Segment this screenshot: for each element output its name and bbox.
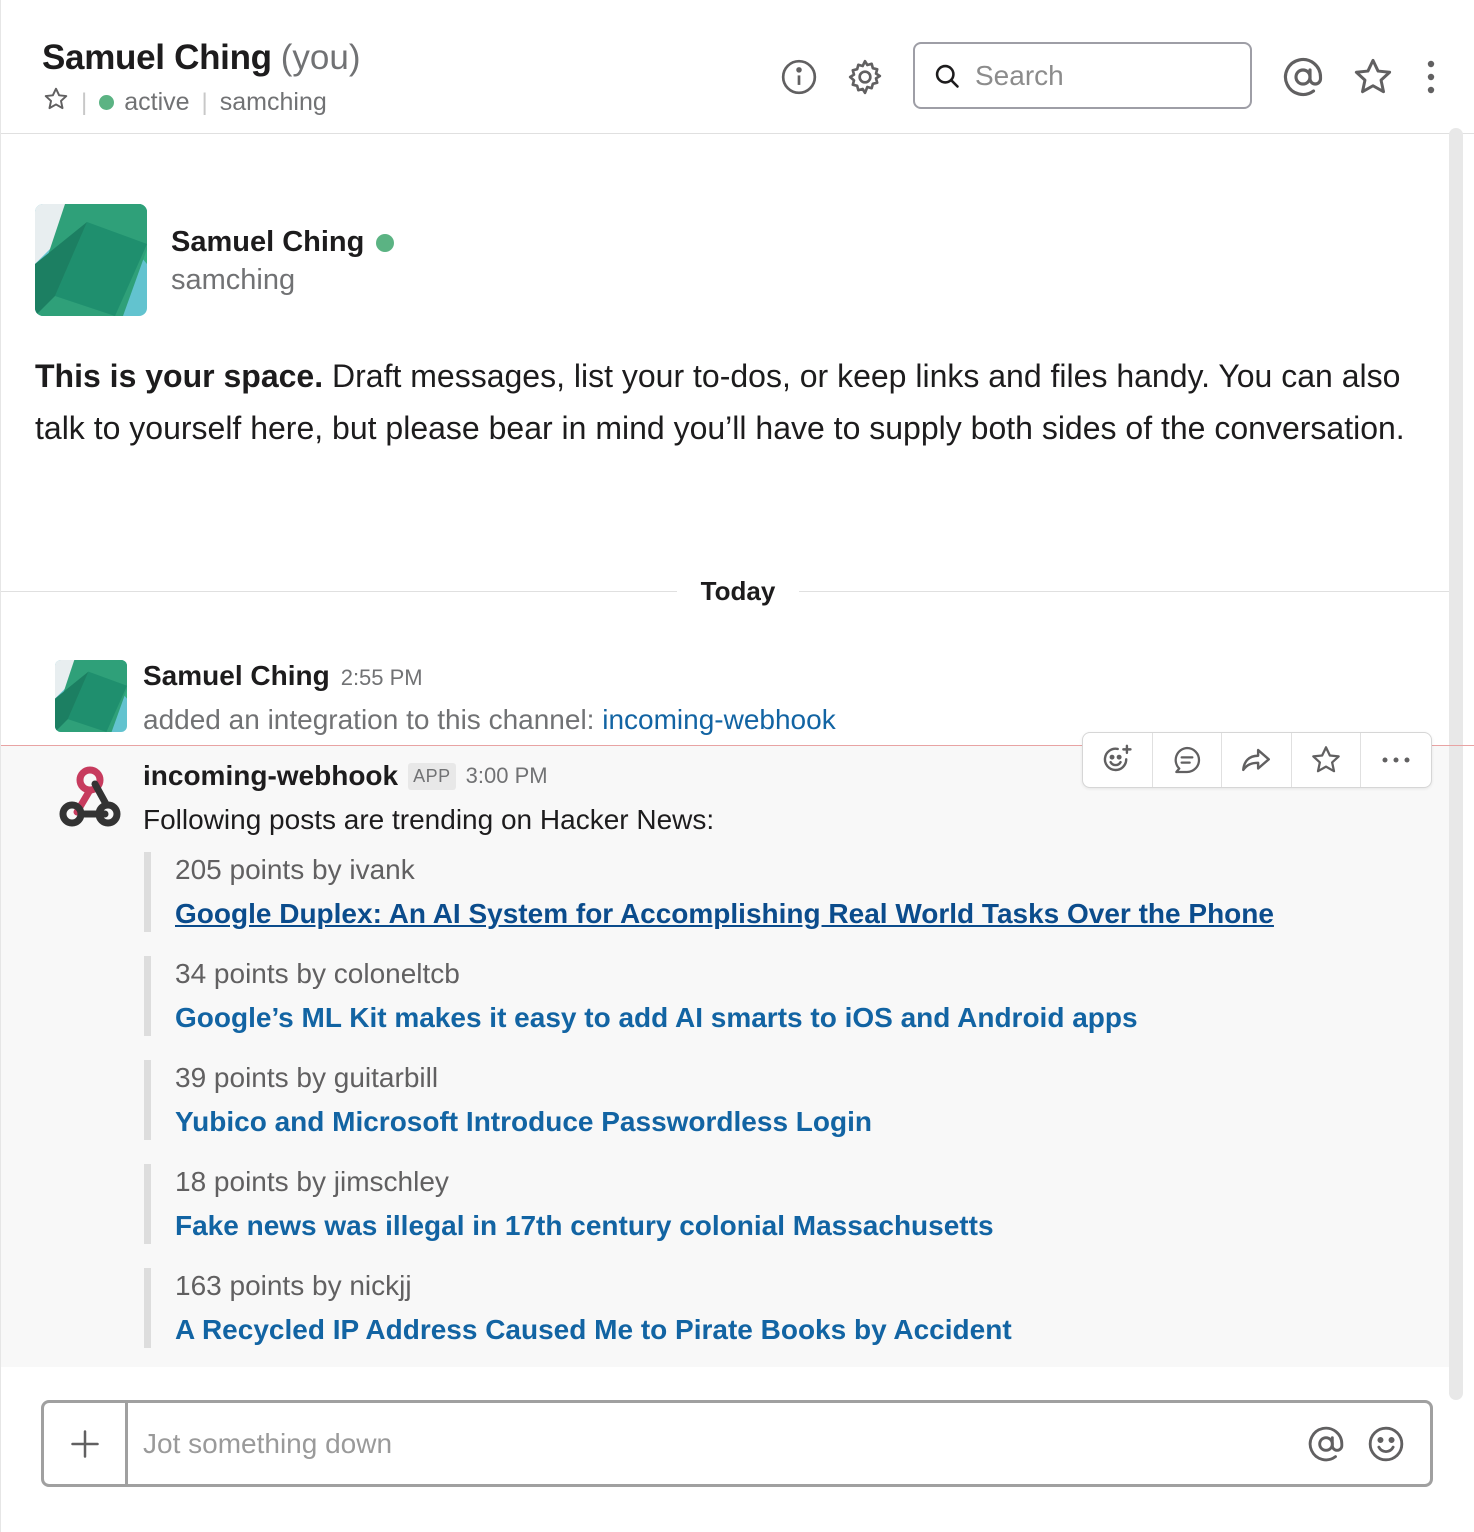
star-icon [1312, 746, 1340, 773]
channel-info-button[interactable] [779, 57, 819, 97]
user-handle: samching [219, 88, 327, 116]
message-input[interactable]: Jot something down [143, 1428, 1296, 1460]
message-timestamp[interactable]: 2:55 PM [341, 665, 423, 691]
attachment: 34 points by coloneltcb Google’s ML Kit … [144, 956, 1344, 1036]
divider-line [1, 591, 677, 592]
intro-handle: samching [171, 264, 296, 296]
separator: | [201, 88, 208, 116]
app-badge: APP [408, 762, 456, 790]
channel-settings-button[interactable] [844, 56, 886, 98]
attach-button[interactable] [44, 1403, 128, 1484]
webhook-icon [59, 766, 121, 827]
intro-bold-text: This is your space. [35, 358, 324, 394]
message-author[interactable]: incoming-webhook [143, 760, 398, 792]
more-menu-button[interactable] [1419, 55, 1443, 99]
more-actions-icon [1382, 757, 1410, 763]
add-reaction-icon [1104, 744, 1132, 772]
message-text: Following posts are trending on Hacker N… [143, 804, 715, 835]
add-reaction-button[interactable] [1083, 733, 1153, 787]
channel-subtitle: | active | samching [43, 86, 327, 119]
webhook-avatar[interactable] [53, 762, 127, 834]
message-author[interactable]: Samuel Ching [143, 660, 330, 692]
emoji-icon [1368, 1426, 1404, 1461]
presence-dot-icon [99, 95, 115, 110]
avatar[interactable] [55, 660, 127, 732]
integration-link[interactable]: incoming-webhook [602, 704, 835, 735]
message-text: added an integration to this channel: [143, 704, 603, 735]
start-thread-icon [1174, 746, 1201, 774]
attachment-pretext: 39 points by guitarbill [175, 1062, 439, 1093]
more-actions-button[interactable] [1361, 733, 1431, 787]
plus-icon [70, 1429, 99, 1458]
scrollbar[interactable] [1449, 128, 1463, 1400]
attachment-pretext: 18 points by jimschley [175, 1166, 449, 1197]
intro-description: This is your space. Draft messages, list… [35, 350, 1435, 454]
channel-title: Samuel Ching (you) [42, 38, 361, 78]
share-icon [1242, 748, 1271, 772]
avatar[interactable] [35, 204, 147, 316]
attachment-pretext: 34 points by coloneltcb [175, 958, 460, 989]
message-composer: Jot something down [41, 1400, 1433, 1487]
star-message-button[interactable] [1292, 733, 1362, 787]
app-window: Samuel Ching (you) | active | samching S… [0, 0, 1474, 1532]
intro-name[interactable]: Samuel Ching [171, 226, 364, 259]
share-button[interactable] [1222, 733, 1292, 787]
message-header: incoming-webhook APP 3:00 PM [143, 760, 548, 792]
attachment: 18 points by jimschley Fake news was ill… [144, 1164, 1344, 1244]
separator: | [81, 88, 88, 116]
presence-status: active [124, 88, 190, 116]
at-sign-icon [1283, 57, 1323, 97]
channel-header: Samuel Ching (you) | active | samching S… [1, 0, 1474, 134]
attachment-pretext: 205 points by ivank [175, 854, 415, 885]
mention-button[interactable] [1296, 1425, 1356, 1463]
message-actions-toolbar [1082, 732, 1432, 788]
attachment-title-link[interactable]: Yubico and Microsoft Introduce Passwordl… [175, 1104, 1344, 1140]
attachment-title-link[interactable]: Google Duplex: An AI System for Accompli… [175, 896, 1344, 932]
presence-dot-icon [376, 233, 395, 252]
attachment-title-link[interactable]: Fake news was illegal in 17th century co… [175, 1208, 1344, 1244]
message-body: added an integration to this channel: in… [143, 704, 836, 736]
attachment-pretext: 163 points by nickjj [175, 1270, 412, 1301]
attachment: 163 points by nickjj A Recycled IP Addre… [144, 1268, 1344, 1348]
search-icon [935, 64, 959, 88]
kebab-menu-icon [1427, 60, 1435, 94]
gear-icon [848, 59, 882, 95]
attachment: 39 points by guitarbill Yubico and Micro… [144, 1060, 1344, 1140]
search-input[interactable]: Search [913, 42, 1252, 109]
channel-title-name[interactable]: Samuel Ching [42, 38, 272, 78]
starred-items-button[interactable] [1351, 55, 1395, 99]
star-icon[interactable] [43, 86, 69, 119]
attachment-title-link[interactable]: Google’s ML Kit makes it easy to add AI … [175, 1000, 1344, 1036]
info-icon [781, 59, 817, 95]
emoji-button[interactable] [1356, 1425, 1416, 1463]
star-icon [1354, 58, 1392, 94]
attachment: 205 points by ivank Google Duplex: An AI… [144, 852, 1344, 932]
attachment-title-link[interactable]: A Recycled IP Address Caused Me to Pirat… [175, 1312, 1344, 1348]
intro-name-row: Samuel Ching [171, 226, 395, 259]
at-sign-icon [1308, 1426, 1344, 1461]
message-header: Samuel Ching 2:55 PM [143, 660, 423, 692]
mentions-button[interactable] [1281, 55, 1325, 99]
divider-line [799, 591, 1449, 592]
message-timestamp[interactable]: 3:00 PM [466, 763, 548, 789]
search-placeholder: Search [975, 59, 1064, 91]
day-divider-label: Today [700, 576, 776, 606]
channel-title-you: (you) [280, 38, 361, 77]
start-thread-button[interactable] [1153, 733, 1223, 787]
